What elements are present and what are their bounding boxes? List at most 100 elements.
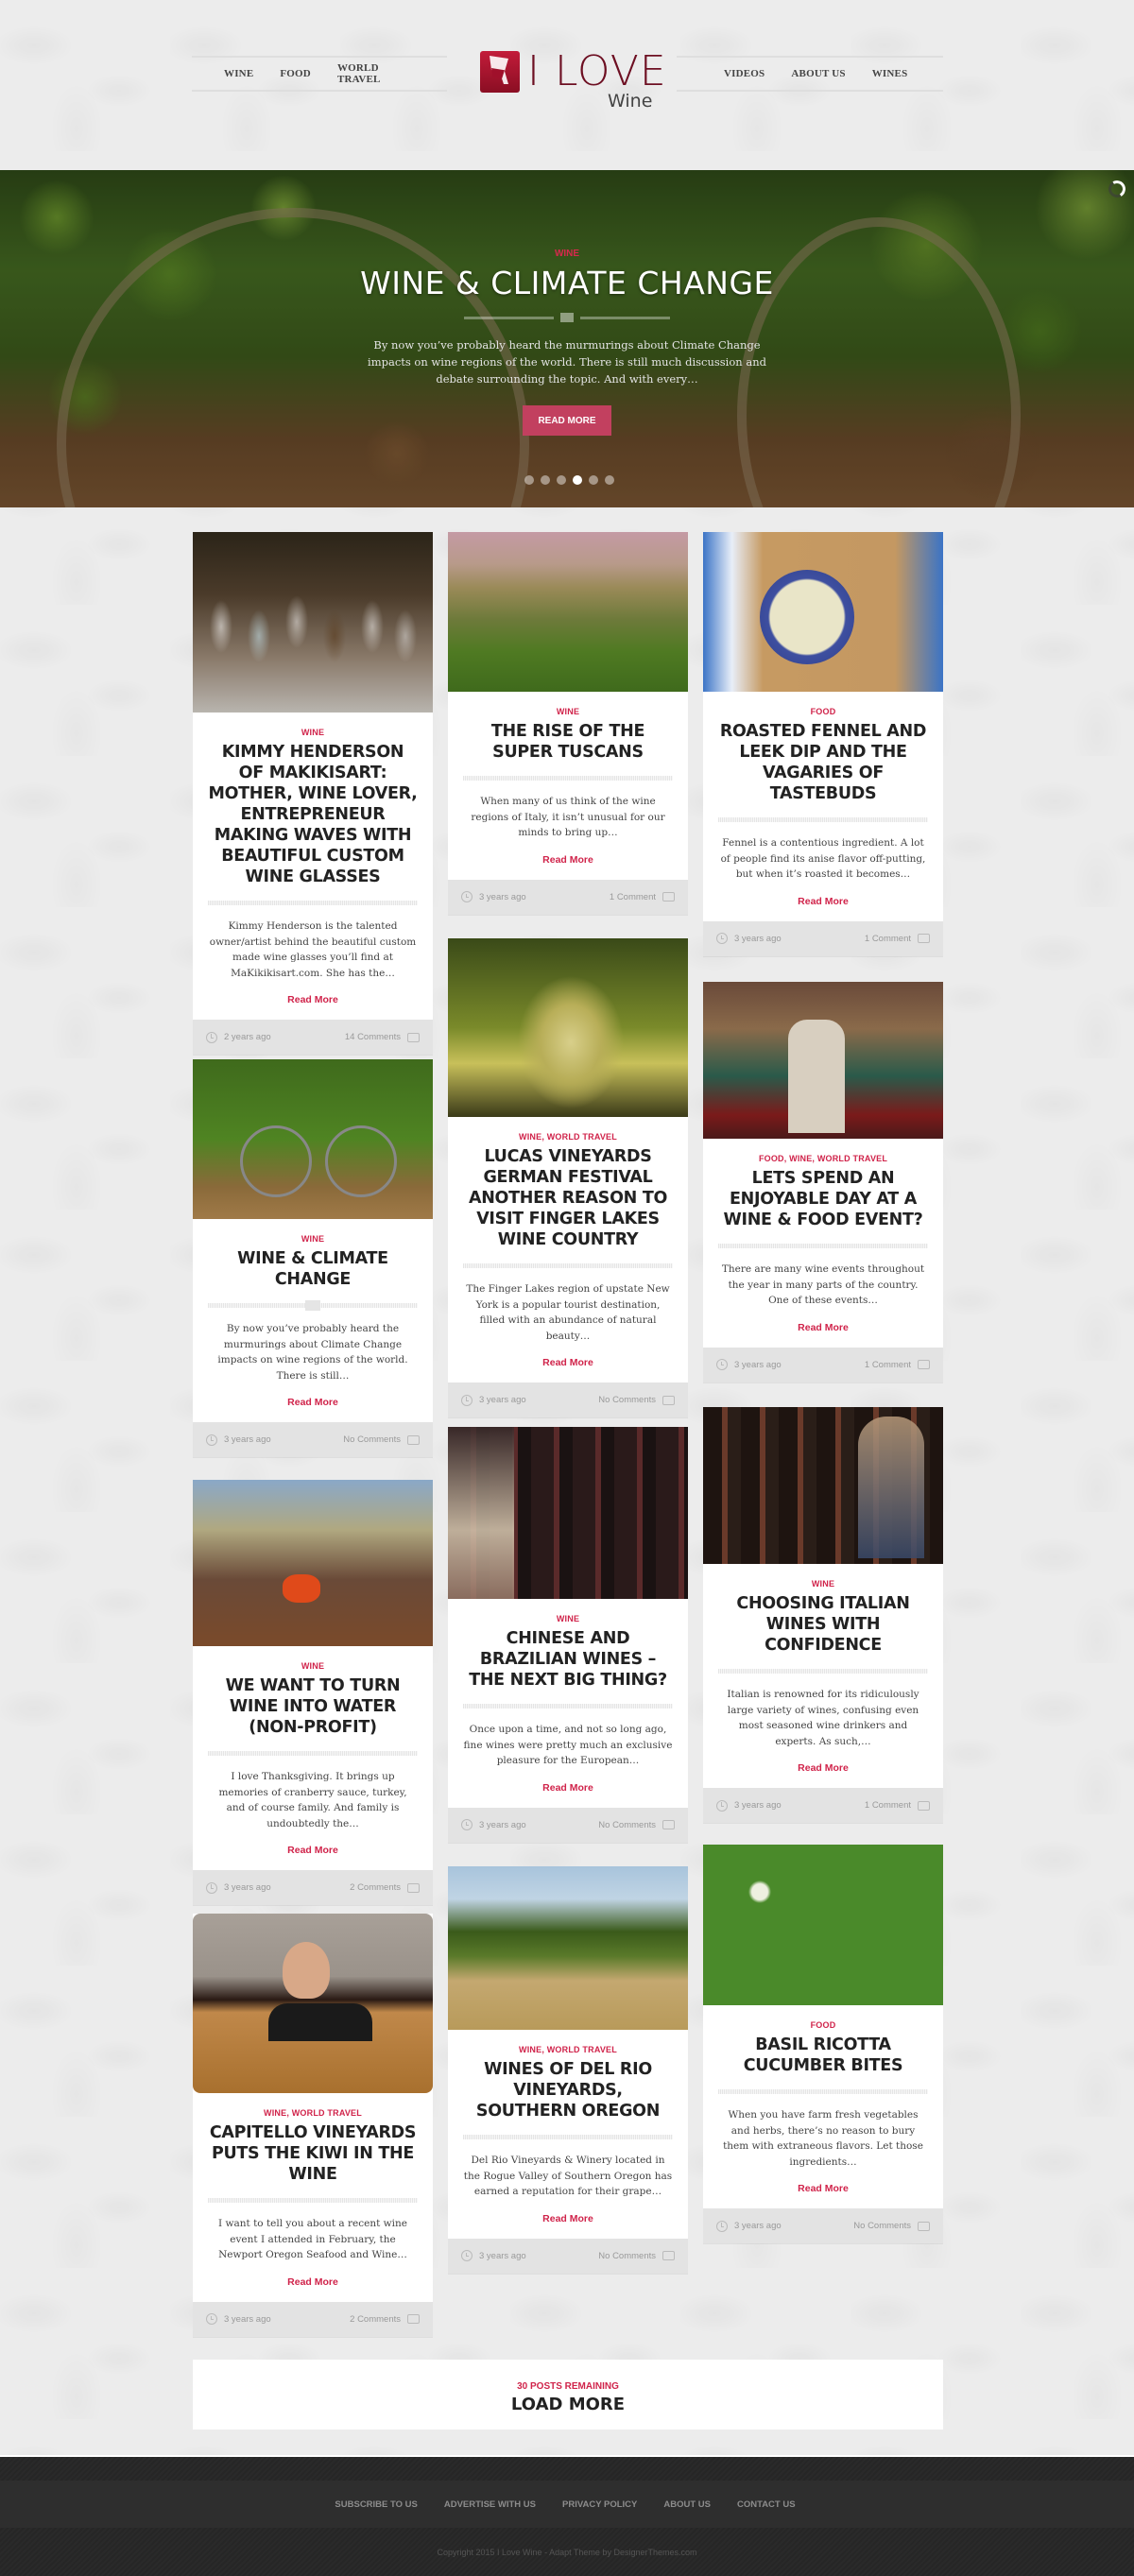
post-date: 3 years ago (479, 2250, 526, 2261)
post-meta: 2 years ago 14 Comments (193, 1020, 433, 1055)
post-thumbnail-cucumber-bites-platter[interactable] (703, 1845, 943, 2005)
post-thumbnail-man-browsing-wines[interactable] (703, 1407, 943, 1564)
read-more-link[interactable]: Read More (542, 2213, 593, 2224)
post-thumbnail-village-water-pump[interactable] (193, 1480, 433, 1646)
post-date: 3 years ago (479, 891, 526, 902)
post-comments-count[interactable]: No Comments (853, 2221, 911, 2231)
post-meta: 3 years ago 1 Comment (703, 1788, 943, 1823)
post-thumbnail-vineyard-rows[interactable] (448, 1866, 688, 2030)
footer-link-contact-us[interactable]: CONTACT US (737, 2499, 796, 2510)
post-date: 2 years ago (224, 1032, 271, 1042)
post-thumbnail-man-in-wine-barrel[interactable] (193, 1914, 433, 2093)
post-category[interactable]: FOOD, WINE, WORLD TRAVEL (718, 1154, 928, 1163)
post-comments-count[interactable]: No Comments (598, 2251, 656, 2261)
clock-icon (461, 891, 472, 902)
footer-link-advertise[interactable]: ADVERTISE WITH US (444, 2499, 536, 2510)
post-date: 3 years ago (479, 1819, 526, 1830)
nav-link-wine[interactable]: WINE (224, 68, 253, 79)
footer-link-privacy-policy[interactable]: PRIVACY POLICY (562, 2499, 637, 2510)
read-more-link[interactable]: Read More (798, 1762, 849, 1774)
read-more-link[interactable]: Read More (287, 1397, 338, 1408)
post-comments-count[interactable]: No Comments (598, 1820, 656, 1830)
read-more-link[interactable]: Read More (287, 2276, 338, 2288)
post-title[interactable]: LETS SPEND AN ENJOYABLE DAY AT A WINE & … (718, 1168, 928, 1230)
post-thumbnail-painted-wine-glasses[interactable] (193, 532, 433, 713)
post-title[interactable]: LUCAS VINEYARDS GERMAN FESTIVAL ANOTHER … (463, 1146, 673, 1250)
slider-dot[interactable] (524, 475, 534, 485)
post-category[interactable]: FOOD (718, 2020, 928, 2030)
clock-icon (716, 1799, 728, 1812)
post-category[interactable]: WINE (208, 1661, 418, 1671)
post-category[interactable]: WINE (208, 728, 418, 737)
site-logo[interactable]: I LOVE Wine (478, 49, 667, 117)
post-excerpt: Italian is renowned for its ridiculously… (727, 1689, 919, 1747)
post-title[interactable]: THE RISE OF THE SUPER TUSCANS (463, 721, 673, 763)
clock-icon (461, 2250, 472, 2261)
post-comments-count[interactable]: 1 Comment (865, 1800, 911, 1811)
read-more-link[interactable]: Read More (542, 1357, 593, 1368)
read-more-link[interactable]: Read More (542, 1782, 593, 1794)
post-excerpt: There are many wine events throughout th… (721, 1263, 925, 1306)
post-thumbnail-fennel-dip-bowl[interactable] (703, 532, 943, 692)
post-category[interactable]: WINE, WORLD TRAVEL (463, 2045, 673, 2054)
post-category[interactable]: FOOD (718, 707, 928, 716)
hero-excerpt: By now you’ve probably heard the murmuri… (368, 338, 766, 386)
post-excerpt: The Finger Lakes region of upstate New Y… (466, 1283, 670, 1342)
post-comments-count[interactable]: No Comments (343, 1434, 401, 1445)
post-thumbnail-bicycle-in-vineyard[interactable] (193, 1059, 433, 1219)
post-title[interactable]: KIMMY HENDERSON OF MAKIKISART: MOTHER, W… (208, 742, 418, 887)
post-card: WINE THE RISE OF THE SUPER TUSCANS When … (448, 532, 688, 915)
post-title[interactable]: CAPITELLO VINEYARDS PUTS THE KIWI IN THE… (208, 2122, 418, 2185)
slider-dot[interactable] (589, 475, 598, 485)
post-date: 3 years ago (734, 1800, 782, 1811)
slider-dot[interactable] (605, 475, 614, 485)
post-title[interactable]: CHOOSING ITALIAN WINES WITH CONFIDENCE (718, 1593, 928, 1656)
post-thumbnail-tuscan-hill-town[interactable] (448, 532, 688, 692)
post-divider (208, 1751, 418, 1756)
post-comments-count[interactable]: 1 Comment (865, 1360, 911, 1370)
read-more-link[interactable]: Read More (287, 1845, 338, 1856)
post-comments-count[interactable]: 1 Comment (610, 892, 656, 902)
post-thumbnail-white-grapes[interactable] (448, 938, 688, 1117)
post-comments-count[interactable]: 2 Comments (350, 1882, 401, 1893)
post-title[interactable]: BASIL RICOTTA CUCUMBER BITES (718, 2035, 928, 2076)
slider-dot-active[interactable] (573, 475, 582, 485)
read-more-link[interactable]: Read More (287, 994, 338, 1005)
post-category[interactable]: WINE (463, 1614, 673, 1623)
clock-icon (206, 1031, 217, 1043)
hero-title[interactable]: WINE & CLIMATE CHANGE (0, 265, 1134, 301)
read-more-link[interactable]: Read More (798, 1322, 849, 1333)
post-thumbnail-wine-event-booth[interactable] (703, 982, 943, 1139)
slider-dot[interactable] (541, 475, 550, 485)
hero-read-more-button[interactable]: READ MORE (523, 405, 611, 436)
post-comments-count[interactable]: No Comments (598, 1395, 656, 1405)
post-title[interactable]: WINE & CLIMATE CHANGE (208, 1248, 418, 1290)
nav-link-world-travel[interactable]: WORLD TRAVEL (337, 62, 421, 85)
post-category[interactable]: WINE (208, 1234, 418, 1244)
post-title[interactable]: ROASTED FENNEL AND LEEK DIP AND THE VAGA… (718, 721, 928, 804)
read-more-link[interactable]: Read More (542, 854, 593, 866)
post-comments-count[interactable]: 2 Comments (350, 2314, 401, 2325)
post-title[interactable]: WINES OF DEL RIO VINEYARDS, SOUTHERN ORE… (463, 2059, 673, 2121)
hero-category[interactable]: WINE (0, 249, 1134, 259)
read-more-link[interactable]: Read More (798, 896, 849, 907)
post-category[interactable]: WINE (463, 707, 673, 716)
post-category[interactable]: WINE, WORLD TRAVEL (208, 2108, 418, 2118)
post-comments-count[interactable]: 1 Comment (865, 934, 911, 944)
post-comments-count[interactable]: 14 Comments (345, 1032, 401, 1042)
slider-dot[interactable] (557, 475, 566, 485)
post-category[interactable]: WINE (718, 1579, 928, 1589)
nav-link-wines[interactable]: WINES (872, 68, 908, 79)
post-card: FOOD BASIL RICOTTA CUCUMBER BITES When y… (703, 1845, 943, 2243)
read-more-link[interactable]: Read More (798, 2183, 849, 2194)
post-title[interactable]: WE WANT TO TURN WINE INTO WATER (NON-PRO… (208, 1675, 418, 1738)
nav-link-about-us[interactable]: ABOUT US (791, 68, 845, 79)
footer-link-about-us[interactable]: ABOUT US (663, 2499, 711, 2510)
footer-link-subscribe[interactable]: SUBSCRIBE TO US (335, 2499, 417, 2510)
post-thumbnail-wine-shop-shelves[interactable] (448, 1427, 688, 1599)
post-category[interactable]: WINE, WORLD TRAVEL (463, 1132, 673, 1142)
nav-link-food[interactable]: FOOD (280, 68, 311, 79)
load-more-button[interactable]: 30 POSTS REMAINING LOAD MORE (193, 2360, 943, 2430)
post-title[interactable]: CHINESE AND BRAZILIAN WINES – THE NEXT B… (463, 1628, 673, 1691)
nav-link-videos[interactable]: VIDEOS (724, 68, 765, 79)
